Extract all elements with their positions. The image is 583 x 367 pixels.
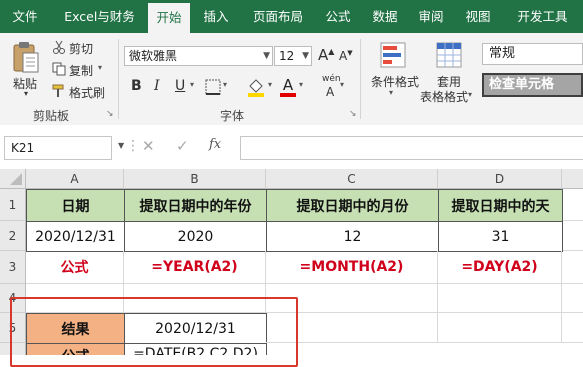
number-format-style[interactable]: 常规	[482, 43, 583, 65]
cell-b2[interactable]: 2020	[124, 221, 267, 252]
cell-c1[interactable]: 提取日期中的月份	[266, 189, 439, 222]
cell-e5[interactable]	[562, 313, 583, 343]
cancel-icon[interactable]: ✕	[142, 137, 155, 155]
tab-data[interactable]: 数据	[362, 0, 408, 33]
fill-color-icon[interactable]	[246, 77, 266, 97]
grow-font-label: A	[318, 46, 329, 64]
cell-c2[interactable]: 12	[266, 221, 439, 252]
cell-b1[interactable]: 提取日期中的年份	[124, 189, 267, 222]
tab-formulas[interactable]: 公式	[315, 0, 361, 33]
cell-d2[interactable]: 31	[438, 221, 563, 252]
insert-function-icon[interactable]: fx	[209, 137, 221, 152]
fill-color-dropdown-icon[interactable]: ▾	[268, 80, 272, 89]
grow-font-button[interactable]: A▲	[318, 46, 334, 64]
drag-handle-icon[interactable]: ⋮	[126, 138, 140, 154]
column-header-a[interactable]: A	[26, 169, 124, 189]
cell-e1[interactable]	[563, 189, 583, 221]
column-header-b[interactable]: B	[124, 169, 266, 189]
bold-button[interactable]: B	[131, 78, 142, 94]
tab-review[interactable]: 审阅	[408, 0, 454, 33]
tab-developer[interactable]: 开发工具	[505, 0, 580, 33]
italic-button[interactable]: I	[154, 78, 160, 94]
cell-e4[interactable]	[562, 284, 583, 313]
separator	[360, 39, 361, 119]
shrink-font-button[interactable]: A▼	[339, 49, 353, 63]
tab-file[interactable]: 文件	[0, 0, 50, 33]
cell-d5[interactable]	[438, 313, 562, 343]
column-header-d[interactable]: D	[438, 169, 562, 189]
font-color-dropdown-icon[interactable]: ▾	[299, 80, 303, 89]
cell-d4[interactable]	[438, 284, 562, 313]
tab-view[interactable]: 视图	[455, 0, 501, 33]
tab-excel-finance[interactable]: Excel与财务	[52, 0, 147, 33]
chevron-down-icon: ▼	[263, 51, 270, 61]
cell-d1[interactable]: 提取日期中的天	[438, 189, 563, 222]
cell-d3[interactable]: =DAY(A2)	[438, 251, 562, 284]
font-name-value: 微软雅黑	[129, 49, 178, 63]
conditional-format-icon[interactable]	[378, 40, 408, 70]
ribbon-tab-bar: 文件 Excel与财务 开始 插入 页面布局 公式 数据 审阅 视图 开发工具	[0, 0, 583, 33]
conditional-format-label[interactable]: 条件格式	[371, 73, 419, 90]
highlight-box	[10, 297, 298, 367]
row-header-3[interactable]: 3	[0, 251, 26, 284]
check-cell-style[interactable]: 检查单元格	[482, 73, 583, 97]
name-box[interactable]: K21	[4, 136, 112, 160]
cut-icon[interactable]	[52, 40, 66, 54]
paste-icon[interactable]	[10, 39, 42, 75]
phonetic-guide-button[interactable]: wén	[322, 74, 341, 84]
border-icon[interactable]	[205, 79, 221, 95]
separator	[118, 39, 119, 119]
column-header-c[interactable]: C	[266, 169, 438, 189]
font-size-select[interactable]: 12 ▼	[274, 46, 312, 66]
column-header-e[interactable]	[562, 169, 583, 189]
chevron-down-icon: ▼	[302, 51, 309, 61]
clipboard-group-label: 剪贴板	[33, 109, 70, 123]
phonetic-a-label: A	[326, 85, 335, 99]
row-header-1[interactable]: 1	[0, 189, 26, 221]
table-format-icon[interactable]	[434, 40, 464, 70]
underline-button[interactable]: U	[175, 78, 185, 94]
formula-input[interactable]	[240, 136, 583, 160]
format-painter-icon[interactable]	[52, 84, 66, 98]
cut-label[interactable]: 剪切	[69, 40, 93, 57]
select-all-corner[interactable]	[0, 169, 26, 189]
table-format-dropdown-icon[interactable]: ▾	[468, 90, 472, 99]
cell-a2[interactable]: 2020/12/31	[26, 221, 125, 252]
format-painter-label[interactable]: 格式刷	[69, 84, 105, 101]
cell-e3[interactable]	[562, 251, 583, 284]
name-box-dropdown-icon[interactable]: ▼	[118, 141, 124, 150]
copy-dropdown-icon[interactable]: ▾	[98, 63, 102, 72]
row-header-2[interactable]: 2	[0, 221, 26, 251]
table-format-label-2[interactable]: 表格格式	[420, 88, 468, 105]
copy-label[interactable]: 复制	[69, 62, 93, 79]
paste-dropdown-icon[interactable]: ▾	[24, 89, 28, 98]
border-dropdown-icon[interactable]: ▾	[223, 80, 227, 89]
cell-a1[interactable]: 日期	[26, 189, 125, 222]
font-color-label: A	[282, 75, 294, 94]
font-name-select[interactable]: 微软雅黑 ▼	[124, 46, 273, 66]
font-color-button[interactable]: A	[279, 76, 297, 98]
conditional-format-dropdown-icon[interactable]: ▾	[389, 88, 393, 97]
phonetic-dropdown-icon[interactable]: ▾	[340, 80, 344, 89]
font-launcher-icon[interactable]: ↘	[349, 109, 357, 119]
cell-a3[interactable]: 公式	[26, 251, 124, 284]
tab-page-layout[interactable]: 页面布局	[242, 0, 314, 33]
ribbon-home: 粘贴 ▾ 剪切 复制 ▾ 格式刷 剪贴板 ↘ 微软雅黑 ▼ 12 ▼ A▲ A▼…	[0, 33, 583, 126]
tab-insert[interactable]: 插入	[193, 0, 239, 33]
cell-e2[interactable]	[563, 222, 583, 251]
shrink-font-label: A	[339, 49, 348, 63]
tab-home[interactable]: 开始	[148, 3, 190, 33]
enter-icon[interactable]: ✓	[176, 137, 189, 155]
font-color-swatch	[280, 92, 296, 97]
font-size-value: 12	[279, 49, 295, 63]
copy-icon[interactable]	[52, 62, 66, 76]
cell-b3[interactable]: =YEAR(A2)	[124, 251, 266, 284]
cell-c3[interactable]: =MONTH(A2)	[266, 251, 438, 284]
underline-dropdown-icon[interactable]: ▾	[190, 80, 194, 89]
clipboard-launcher-icon[interactable]: ↘	[106, 109, 114, 119]
font-group-label: 字体	[220, 109, 245, 123]
